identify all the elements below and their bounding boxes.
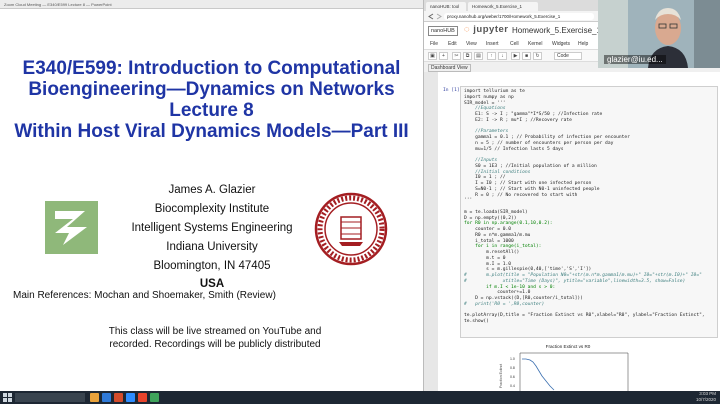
author-institute: Biocomplexity Institute	[154, 203, 270, 215]
notebook-area: In [1]: import tellurium as te import num…	[424, 72, 720, 391]
taskbar-search-box[interactable]	[15, 393, 85, 402]
stop-icon[interactable]: ■	[522, 52, 531, 60]
university-seal	[314, 192, 388, 266]
cut-icon[interactable]: ✂	[452, 52, 461, 60]
code-line: # xtitle="Time (Days)", ytitle="variable…	[464, 278, 686, 284]
notebook-title[interactable]: Homework_5.Exercise_1	[512, 26, 601, 35]
code-line: te.show()	[464, 319, 489, 324]
output-plot: Fraction Extinct vs R0 Fraction Extinct …	[498, 344, 638, 391]
file-explorer-icon[interactable]	[90, 393, 99, 402]
firefox-icon[interactable]	[138, 393, 147, 402]
move-down-icon[interactable]: ↓	[498, 52, 507, 60]
plot-canvas: Fraction Extinct 1.0 0.8 0.6 0.4	[499, 352, 629, 391]
url-input[interactable]: proxy.nanohub.org/weber/1700/Homework_5.…	[444, 13, 594, 20]
code-line: te.plotArray(D,title = "Fraction Extinct…	[464, 313, 705, 319]
menu-kernel[interactable]: Kernel	[528, 41, 542, 47]
jupyter-logo[interactable]: ◌ jupyter	[464, 24, 508, 35]
cell-type-select[interactable]: Code	[554, 52, 582, 60]
author-department: Intelligent Systems Engineering	[131, 222, 293, 234]
save-icon[interactable]: ▣	[428, 52, 437, 60]
browser-tab-nanohub[interactable]: nanoHUB: tool	[426, 2, 466, 11]
notebook-page: In [1]: import tellurium as te import num…	[438, 72, 720, 391]
add-cell-icon[interactable]: +	[439, 52, 448, 60]
plot-ytick-2: 0.8	[510, 366, 515, 370]
move-up-icon[interactable]: ↑	[487, 52, 496, 60]
nanohub-logo[interactable]: nanoHUB	[428, 26, 458, 36]
author-country: USA	[199, 278, 225, 290]
plot-ylabel: Fraction Extinct	[499, 364, 503, 388]
powerpoint-icon[interactable]	[114, 393, 123, 402]
run-icon[interactable]: ▶	[511, 52, 520, 60]
plot-ytick-3: 0.6	[510, 375, 515, 379]
menu-help[interactable]: Help	[578, 41, 588, 47]
slide-title-line-2: Bioengineering—Dynamics on Networks	[28, 79, 395, 100]
menu-edit[interactable]: Edit	[448, 41, 457, 47]
code-line: # m.plot(title = "Population N0="+str(m.…	[464, 273, 702, 278]
jupyter-logo-text: jupyter	[473, 24, 509, 35]
menu-file[interactable]: File	[430, 41, 438, 47]
code-cell[interactable]: import tellurium as te import numpy as np…	[460, 86, 718, 338]
browser-tab-notebook[interactable]: Homework_5.Exercise_1	[468, 2, 538, 11]
edge-browser-icon[interactable]	[102, 393, 111, 402]
taskbar-clock[interactable]: 3:03 PM 10/7/2020	[696, 391, 716, 403]
chrome-icon[interactable]	[150, 393, 159, 402]
menu-insert[interactable]: Insert	[486, 41, 499, 47]
slide-window-titlebar: Zoom Cloud Meeting — E340/E599 Lecture 8…	[0, 0, 423, 9]
windows-taskbar: 3:03 PM 10/7/2020	[0, 391, 720, 404]
restart-icon[interactable]: ↻	[533, 52, 542, 60]
menu-cell[interactable]: Cell	[510, 41, 519, 47]
stream-note-line-1: This class will be live streamed on YouT…	[108, 326, 322, 337]
university-logo	[45, 201, 98, 254]
menu-view[interactable]: View	[466, 41, 477, 47]
participant-name-label: glazier@iu.ed...	[604, 55, 666, 64]
author-name: James A. Glazier	[168, 184, 256, 196]
plot-title: Fraction Extinct vs R0	[545, 344, 591, 349]
references-text: Main References: Mochan and Shoemaker, S…	[13, 290, 276, 301]
plot-line	[522, 358, 555, 391]
lecture-slide: E340/E599: Introduction to Computational…	[0, 9, 423, 391]
slide-title-line-1: E340/E599: Introduction to Computational	[22, 58, 401, 79]
menu-widgets[interactable]: Widgets	[552, 41, 570, 47]
author-university: Indiana University	[166, 241, 258, 253]
plot-ytick-1: 1.0	[510, 357, 515, 361]
dashboard-view-button[interactable]: Dashboard View	[428, 64, 471, 72]
nav-arrows-icon[interactable]	[428, 13, 442, 20]
slide-title-line-3: Lecture 8	[169, 100, 254, 121]
stream-note-line-2: recorded. Recordings will be publicly di…	[109, 339, 321, 350]
paste-icon[interactable]: ▤	[474, 52, 483, 60]
windows-start-icon[interactable]	[3, 393, 12, 402]
author-city: Bloomington, IN 47405	[153, 260, 271, 272]
slide-title-line-4: Within Host Viral Dynamics Models—Part I…	[14, 121, 409, 142]
zoom-icon[interactable]	[126, 393, 135, 402]
copy-icon[interactable]: ⧉	[463, 52, 472, 60]
plot-ytick-4: 0.4	[510, 384, 515, 388]
clock-date: 10/7/2020	[695, 397, 716, 402]
